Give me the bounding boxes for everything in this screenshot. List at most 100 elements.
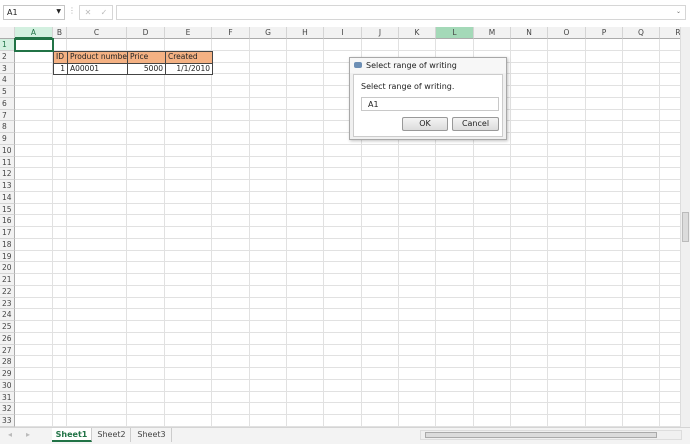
row-header-7[interactable]: 7 — [0, 109, 15, 122]
column-header-n[interactable]: N — [511, 27, 548, 39]
vertical-scrollbar[interactable] — [680, 27, 690, 427]
column-header-r[interactable]: R — [660, 27, 680, 39]
active-cell-cursor[interactable] — [14, 38, 54, 52]
row-header-21[interactable]: 21 — [0, 274, 15, 286]
row-header-5[interactable]: 5 — [0, 86, 15, 98]
column-header-g[interactable]: G — [250, 27, 287, 39]
row-header-26[interactable]: 26 — [0, 332, 15, 345]
chevron-down-icon[interactable]: ▼ — [56, 8, 61, 15]
gridline — [15, 249, 680, 251]
column-header-c[interactable]: C — [67, 27, 127, 39]
row-header-1[interactable]: 1 — [0, 39, 15, 51]
dialog-label: Select range of writing. — [361, 82, 455, 91]
gridline — [15, 414, 680, 415]
gridline — [15, 343, 680, 345]
tab-sheet3[interactable]: Sheet3 — [132, 428, 172, 442]
gridline — [15, 155, 680, 157]
row-header-2[interactable]: 2 — [0, 50, 15, 63]
row-header-27[interactable]: 27 — [0, 344, 15, 357]
tab-sheet1[interactable]: Sheet1 — [52, 428, 92, 442]
row-header-30[interactable]: 30 — [0, 379, 15, 392]
row-header-3[interactable]: 3 — [0, 62, 15, 75]
table-cell[interactable]: A00001 — [67, 62, 128, 76]
row-header-12[interactable]: 12 — [0, 168, 15, 180]
gridline — [15, 237, 680, 239]
gridline — [15, 261, 680, 263]
column-header-j[interactable]: J — [362, 27, 399, 39]
row-header-9[interactable]: 9 — [0, 133, 15, 145]
row-header-25[interactable]: 25 — [0, 321, 15, 333]
spreadsheet-grid[interactable]: A B C D E F G H I J K L M N O P Q R 1 2 3 4 5 6 7 8 9 10 11 12 13 14 15 1… — [0, 27, 680, 427]
row-header-14[interactable]: 14 — [0, 191, 15, 204]
cancel-button[interactable]: Cancel — [452, 117, 499, 131]
gridline — [15, 132, 680, 133]
gridline — [15, 167, 680, 169]
gridline — [15, 390, 680, 392]
tab-sheet2[interactable]: Sheet2 — [93, 428, 131, 442]
scroll-thumb[interactable] — [425, 432, 657, 438]
row-header-17[interactable]: 17 — [0, 227, 15, 239]
name-box-value: A1 — [7, 8, 18, 17]
row-header-4[interactable]: 4 — [0, 74, 15, 86]
gridline — [15, 296, 680, 298]
row-header-8[interactable]: 8 — [0, 121, 15, 133]
gridline — [15, 143, 680, 145]
prev-sheet-icon[interactable]: ◂ — [8, 430, 12, 439]
row-header-29[interactable]: 29 — [0, 368, 15, 380]
gridline — [15, 378, 680, 380]
row-header-6[interactable]: 6 — [0, 97, 15, 110]
gridline — [15, 331, 680, 333]
row-header-11[interactable]: 11 — [0, 156, 15, 169]
range-input[interactable]: A1 — [361, 97, 499, 111]
row-header-10[interactable]: 10 — [0, 144, 15, 157]
column-header-f[interactable]: F — [212, 27, 250, 39]
column-header-o[interactable]: O — [548, 27, 586, 39]
gridline — [15, 367, 680, 368]
table-cell[interactable]: 1/1/2010 — [165, 62, 213, 76]
cancel-icon[interactable]: ✕ — [85, 8, 92, 17]
column-header-i[interactable]: I — [324, 27, 362, 39]
next-sheet-icon[interactable]: ▸ — [26, 430, 30, 439]
table-cell[interactable]: 1 — [53, 62, 68, 76]
horizontal-scrollbar[interactable] — [420, 430, 682, 440]
row-header-33[interactable]: 33 — [0, 415, 15, 427]
row-header-15[interactable]: 15 — [0, 203, 15, 216]
row-header-16[interactable]: 16 — [0, 215, 15, 227]
select-all-corner[interactable] — [0, 27, 15, 39]
column-header-k[interactable]: K — [399, 27, 436, 39]
column-header-q[interactable]: Q — [623, 27, 660, 39]
ok-button[interactable]: OK — [402, 117, 448, 131]
column-header-b[interactable]: B — [53, 27, 67, 39]
row-header-20[interactable]: 20 — [0, 262, 15, 274]
row-header-32[interactable]: 32 — [0, 403, 15, 415]
column-header-m[interactable]: M — [474, 27, 511, 39]
scroll-thumb[interactable] — [682, 212, 689, 242]
column-header-l[interactable]: L — [436, 27, 474, 39]
column-header-d[interactable]: D — [127, 27, 165, 39]
drag-handle-icon: ⋮ — [68, 6, 76, 15]
column-header-p[interactable]: P — [586, 27, 623, 39]
row-header-24[interactable]: 24 — [0, 309, 15, 321]
gridline — [15, 355, 680, 357]
row-header-18[interactable]: 18 — [0, 238, 15, 251]
gridline — [15, 202, 680, 204]
gridline — [15, 308, 680, 310]
name-box[interactable]: A1 ▼ — [3, 5, 65, 20]
row-header-23[interactable]: 23 — [0, 297, 15, 310]
row-header-28[interactable]: 28 — [0, 356, 15, 368]
row-header-13[interactable]: 13 — [0, 180, 15, 192]
row-header-19[interactable]: 19 — [0, 250, 15, 263]
gridline — [15, 402, 680, 404]
column-header-h[interactable]: H — [287, 27, 324, 39]
column-header-e[interactable]: E — [165, 27, 212, 39]
formula-buttons: ✕ ✓ — [79, 5, 113, 20]
gridline — [15, 273, 680, 274]
check-icon[interactable]: ✓ — [101, 8, 108, 17]
table-cell[interactable]: 5000 — [127, 62, 166, 76]
row-header-22[interactable]: 22 — [0, 285, 15, 298]
row-header-31[interactable]: 31 — [0, 391, 15, 404]
formula-input[interactable]: ⌄ — [116, 5, 686, 20]
dialog-icon — [354, 62, 362, 68]
select-range-dialog: Select range of writing Select range of … — [349, 57, 507, 140]
expand-icon[interactable]: ⌄ — [676, 8, 681, 15]
